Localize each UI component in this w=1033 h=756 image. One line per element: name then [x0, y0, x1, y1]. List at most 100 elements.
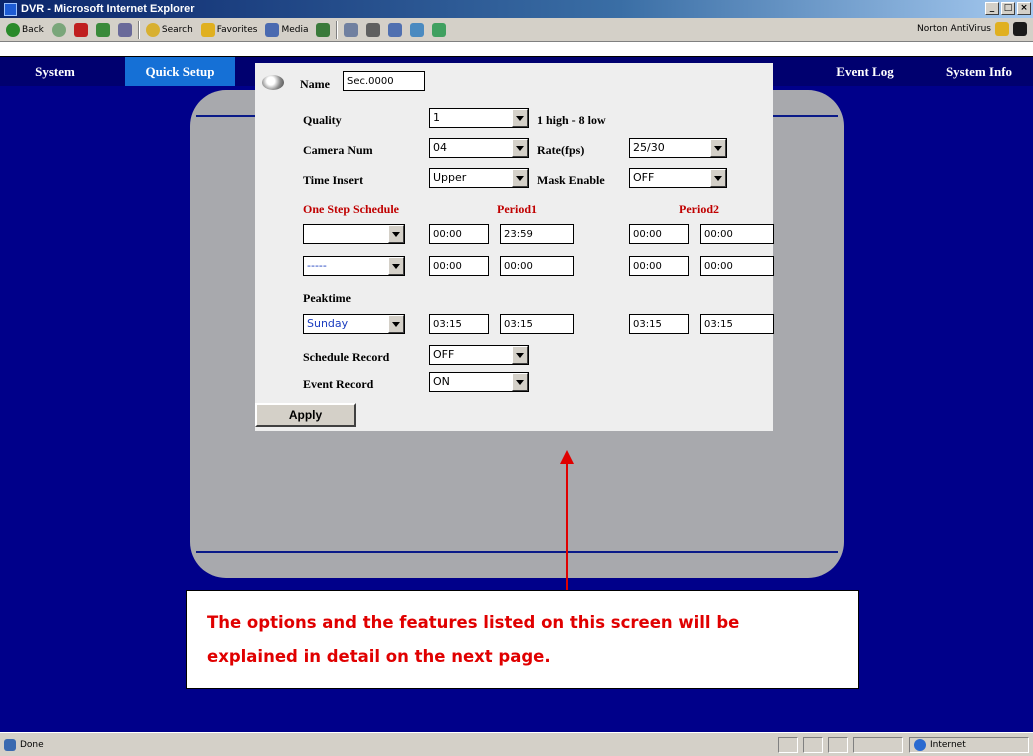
status-orb-icon [262, 75, 284, 90]
rate-select[interactable]: 25/30 [629, 138, 727, 158]
name-field[interactable] [343, 71, 425, 91]
home-button[interactable] [116, 20, 134, 40]
period2-end-field[interactable] [700, 224, 774, 244]
zone-text: Internet [930, 740, 966, 750]
favorites-icon [200, 22, 215, 37]
tab-quick-setup[interactable]: Quick Setup [125, 57, 235, 87]
quality-hint: 1 high - 8 low [537, 113, 606, 127]
chevron-down-icon[interactable] [512, 346, 528, 364]
page-done-icon [4, 738, 16, 751]
chevron-down-icon[interactable] [710, 139, 726, 157]
period2-end-field[interactable] [700, 256, 774, 276]
favorites-button[interactable]: Favorites [199, 20, 260, 40]
quality-select[interactable]: 1 [429, 108, 529, 128]
discuss-button[interactable] [408, 20, 426, 40]
history-button[interactable] [314, 20, 332, 40]
messenger-icon [432, 22, 447, 37]
annotation-line-1: The options and the features listed on t… [207, 613, 740, 632]
chevron-down-icon[interactable] [710, 169, 726, 187]
window-controls: _ □ × [985, 2, 1031, 15]
status-cell [828, 737, 848, 753]
tab-event-log[interactable]: Event Log [810, 57, 920, 87]
chevron-down-icon[interactable] [388, 257, 404, 275]
media-button[interactable]: Media [263, 20, 310, 40]
edit-icon [388, 22, 403, 37]
search-button[interactable]: Search [144, 20, 195, 40]
time-insert-label: Time Insert [303, 173, 364, 187]
annotation-line-2: explained in detail on the next page. [207, 647, 551, 666]
quality-value: 1 [433, 111, 440, 124]
close-button[interactable]: × [1017, 2, 1031, 15]
status-text: Done [20, 739, 44, 750]
period1-end-field[interactable] [500, 256, 574, 276]
time-insert-select[interactable]: Upper [429, 168, 529, 188]
back-button[interactable]: Back [4, 20, 46, 40]
mask-enable-select[interactable]: OFF [629, 168, 727, 188]
media-label: Media [281, 24, 309, 35]
status-cell [853, 737, 903, 753]
event-record-label: Event Record [303, 377, 374, 391]
refresh-icon [95, 22, 110, 37]
time-insert-value: Upper [433, 171, 467, 184]
messenger-button[interactable] [430, 20, 448, 40]
minimize-button[interactable]: _ [985, 2, 999, 15]
windows-flag-icon [1013, 22, 1027, 36]
peaktime-period1-end-field[interactable] [500, 314, 574, 334]
schedule-record-label: Schedule Record [303, 350, 390, 364]
schedule-day-select[interactable] [303, 224, 405, 244]
maximize-button[interactable]: □ [1001, 2, 1015, 15]
history-icon [316, 22, 331, 37]
ie-app-icon [4, 2, 17, 16]
norton-antivirus-label[interactable]: Norton AntiVirus [917, 24, 991, 34]
chevron-down-icon[interactable] [512, 373, 528, 391]
schedule-day-select[interactable]: ----- [303, 256, 405, 276]
schedule-record-value: OFF [433, 348, 455, 361]
mail-button[interactable] [342, 20, 360, 40]
refresh-button[interactable] [94, 20, 112, 40]
tab-system-info[interactable]: System Info [925, 57, 1033, 87]
back-label: Back [22, 24, 44, 35]
camera-num-select[interactable]: 04 [429, 138, 529, 158]
period2-start-field[interactable] [629, 224, 689, 244]
forward-button[interactable] [50, 20, 68, 40]
one-step-schedule-label: One Step Schedule [303, 202, 400, 216]
toolbar-separator [137, 20, 140, 39]
chevron-down-icon[interactable] [512, 109, 528, 127]
peaktime-period2-start-field[interactable] [629, 314, 689, 334]
norton-shield-icon[interactable] [995, 22, 1009, 36]
internet-globe-icon [914, 739, 926, 751]
schedule-record-select[interactable]: OFF [429, 345, 529, 365]
quality-label: Quality [303, 113, 342, 127]
mask-enable-value: OFF [633, 171, 655, 184]
period1-start-field[interactable] [429, 224, 489, 244]
security-zone: Internet [909, 737, 1029, 753]
window-title: DVR - Microsoft Internet Explorer [21, 3, 195, 15]
peaktime-day-select[interactable]: Sunday [303, 314, 405, 334]
peaktime-period2-end-field[interactable] [700, 314, 774, 334]
period2-label: Period2 [679, 202, 719, 216]
status-cell [803, 737, 823, 753]
tab-system[interactable]: System [0, 57, 110, 87]
print-button[interactable] [364, 20, 382, 40]
forward-arrow-icon [51, 22, 66, 37]
home-icon [117, 22, 132, 37]
callout-arrow-line [566, 460, 568, 590]
mask-enable-label: Mask Enable [537, 173, 605, 187]
rate-label: Rate(fps) [537, 143, 585, 157]
apply-button[interactable]: Apply [255, 403, 356, 427]
chevron-down-icon[interactable] [512, 169, 528, 187]
stop-button[interactable] [72, 20, 90, 40]
period1-end-field[interactable] [500, 224, 574, 244]
edit-button[interactable] [386, 20, 404, 40]
window-titlebar: DVR - Microsoft Internet Explorer _ □ × [0, 0, 1033, 18]
period2-start-field[interactable] [629, 256, 689, 276]
peaktime-day-value: Sunday [307, 317, 349, 330]
chevron-down-icon[interactable] [512, 139, 528, 157]
status-cell [778, 737, 798, 753]
chevron-down-icon[interactable] [388, 315, 404, 333]
browser-statusbar: Done Internet [0, 732, 1033, 756]
peaktime-period1-start-field[interactable] [429, 314, 489, 334]
event-record-select[interactable]: ON [429, 372, 529, 392]
period1-start-field[interactable] [429, 256, 489, 276]
chevron-down-icon[interactable] [388, 225, 404, 243]
